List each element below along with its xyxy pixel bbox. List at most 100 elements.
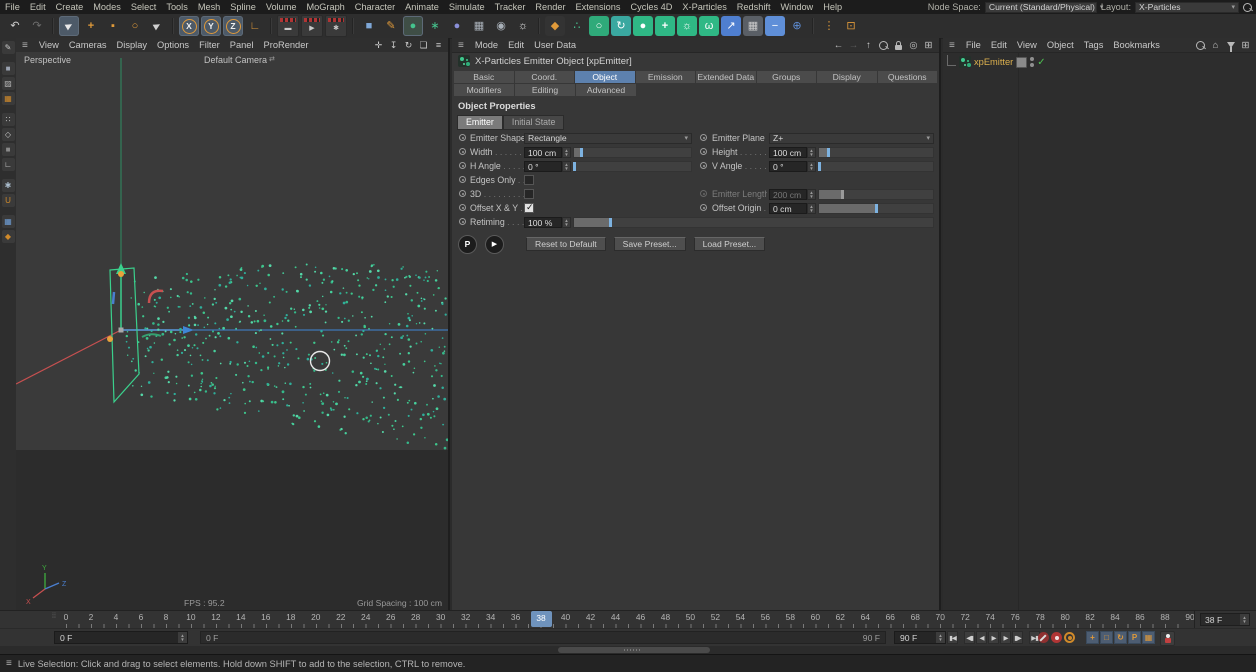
- om-menu-file[interactable]: File: [961, 40, 986, 50]
- timeline-ruler[interactable]: ⁞⁞ 0246810121416182022242628303234363840…: [0, 610, 1256, 628]
- width-slider[interactable]: [573, 147, 692, 158]
- panel-menu-icon[interactable]: ≡: [16, 40, 34, 51]
- emitter-plane-dropdown[interactable]: Z+ ▾: [769, 133, 934, 144]
- range-end-input[interactable]: 90 F ▲ ▼: [894, 631, 946, 644]
- add-primitive-button[interactable]: ■: [359, 16, 379, 36]
- workplane-snap-icon[interactable]: ◆: [1, 230, 15, 243]
- xp-dynamics-icon[interactable]: ↻: [611, 16, 631, 36]
- retiming-spinner[interactable]: ▲ ▼: [562, 217, 571, 228]
- playhead[interactable]: 38: [530, 611, 552, 627]
- edges-only-checkbox[interactable]: [524, 175, 534, 185]
- tab-extended-data[interactable]: Extended Data: [696, 71, 756, 83]
- live-selection-tool[interactable]: ►: [59, 16, 79, 36]
- om-menu-edit[interactable]: Edit: [986, 40, 1012, 50]
- search-icon[interactable]: [1243, 2, 1252, 12]
- coord-system-toggle[interactable]: ∟: [245, 16, 265, 36]
- workplane-icon[interactable]: ▦: [1, 92, 15, 105]
- tab-coord[interactable]: Coord.: [514, 71, 574, 83]
- menu-item-help[interactable]: Help: [818, 2, 847, 12]
- snap-icon[interactable]: ✱: [1, 179, 15, 192]
- menu-item-modes[interactable]: Modes: [88, 2, 126, 12]
- rotate-tool[interactable]: ○: [125, 16, 145, 36]
- om-menu-object[interactable]: Object: [1042, 40, 1079, 50]
- z-axis-toggle[interactable]: Z: [223, 16, 243, 36]
- environment-button[interactable]: ▦: [469, 16, 489, 36]
- tab-modifiers[interactable]: Modifiers: [454, 84, 514, 96]
- keyframe-selection-toggle[interactable]: [1064, 632, 1075, 643]
- range-start-spinner[interactable]: ▲ ▼: [178, 632, 187, 643]
- camera-button[interactable]: ◉: [491, 16, 511, 36]
- forward-icon[interactable]: →: [847, 39, 860, 52]
- layout-dropdown[interactable]: X-Particles ▾: [1135, 1, 1239, 13]
- menu-item-redshift[interactable]: Redshift: [732, 2, 776, 12]
- viewport-menu-cameras[interactable]: Cameras: [64, 40, 112, 50]
- load-preset-button[interactable]: Load Preset...: [693, 237, 766, 251]
- v-angle-spinner[interactable]: ▲ ▼: [807, 161, 816, 172]
- attributes-menu-user-data[interactable]: User Data: [529, 40, 581, 50]
- h-angle-slider[interactable]: [573, 161, 692, 172]
- viewport-menu-filter[interactable]: Filter: [194, 40, 225, 50]
- height-slider[interactable]: [818, 147, 934, 158]
- next-frame-button[interactable]: ▶: [1000, 631, 1011, 644]
- orbit-view-icon[interactable]: ↻: [402, 39, 415, 52]
- current-frame-spinner[interactable]: ▲ ▼: [1240, 614, 1249, 625]
- record-rotation-toggle[interactable]: ↻: [1114, 631, 1127, 644]
- range-end-spinner[interactable]: ▲ ▼: [936, 632, 945, 643]
- offset-origin-spinner[interactable]: ▲ ▼: [807, 203, 816, 214]
- x-axis-toggle[interactable]: X: [179, 16, 199, 36]
- tab-emission[interactable]: Emission: [635, 71, 695, 83]
- scale-tool[interactable]: ▪: [103, 16, 123, 36]
- range-start-input[interactable]: 0 F ▲ ▼: [54, 631, 188, 644]
- record-pla-toggle[interactable]: ▦: [1142, 631, 1155, 644]
- magnet-icon[interactable]: U: [1, 194, 15, 207]
- last-selection-tool[interactable]: ►: [147, 16, 167, 36]
- v-angle-slider[interactable]: [818, 161, 934, 172]
- panel-menu-icon[interactable]: ≡: [452, 40, 470, 51]
- anim-dot[interactable]: [700, 162, 707, 169]
- record-keyframe-button[interactable]: [1038, 632, 1049, 643]
- node-space-dropdown[interactable]: Current (Standard/Physical) ▾: [984, 1, 1103, 13]
- menu-item-select[interactable]: Select: [126, 2, 162, 12]
- tab-advanced[interactable]: Advanced: [576, 84, 636, 96]
- enabled-check-icon[interactable]: ✓: [1037, 57, 1045, 68]
- object-row[interactable]: xpEmitter ✓: [947, 54, 1046, 69]
- tab-editing[interactable]: Editing: [515, 84, 575, 96]
- back-icon[interactable]: ←: [832, 39, 845, 52]
- om-menu-tags[interactable]: Tags: [1079, 40, 1109, 50]
- track-icon[interactable]: ◎: [907, 39, 920, 52]
- xparticles-system-button[interactable]: ●: [403, 16, 423, 36]
- add-spline-button[interactable]: ✎: [381, 16, 401, 36]
- anim-dot[interactable]: [459, 190, 466, 197]
- quantize-icon[interactable]: ▦: [1, 215, 15, 228]
- menu-item-file[interactable]: File: [0, 2, 25, 12]
- xp-modifier-icon[interactable]: +: [655, 16, 675, 36]
- visibility-dots[interactable]: [1030, 57, 1035, 67]
- y-axis-toggle[interactable]: Y: [201, 16, 221, 36]
- xp-navigator-icon[interactable]: ⊕: [787, 16, 807, 36]
- object-name[interactable]: xpEmitter: [974, 57, 1013, 67]
- width-input[interactable]: 100 cm: [524, 147, 562, 158]
- prev-frame-button[interactable]: ◀: [976, 631, 987, 644]
- viewport-canvas[interactable]: Y Z X Perspective Default Camera ⇄ FPS :…: [16, 52, 448, 610]
- filter-icon[interactable]: [1224, 39, 1237, 52]
- move-tool[interactable]: +: [81, 16, 101, 36]
- menu-item-mograph[interactable]: MoGraph: [301, 2, 349, 12]
- record-position-toggle[interactable]: +: [1086, 631, 1099, 644]
- pan-view-icon[interactable]: ✛: [372, 39, 385, 52]
- attributes-menu-edit[interactable]: Edit: [503, 40, 529, 50]
- model-mode-icon[interactable]: ■: [1, 62, 15, 75]
- menu-item-tracker[interactable]: Tracker: [490, 2, 531, 12]
- anim-dot[interactable]: [459, 134, 466, 141]
- menu-item-tools[interactable]: Tools: [161, 2, 192, 12]
- tab-object[interactable]: Object: [575, 71, 635, 83]
- menu-item-spline[interactable]: Spline: [225, 2, 261, 12]
- height-spinner[interactable]: ▲ ▼: [807, 147, 816, 158]
- xparticles-logo-icon[interactable]: P: [458, 234, 477, 254]
- axis-mode-icon[interactable]: ∟: [1, 158, 15, 171]
- 3d-scene[interactable]: Y Z X: [16, 52, 448, 610]
- tab-display[interactable]: Display: [817, 71, 877, 83]
- layer-toggle[interactable]: [1016, 56, 1028, 68]
- attributes-menu-mode[interactable]: Mode: [470, 40, 503, 50]
- render-settings-button[interactable]: ✱: [325, 15, 347, 37]
- subtab-initial-state[interactable]: Initial State: [502, 115, 565, 130]
